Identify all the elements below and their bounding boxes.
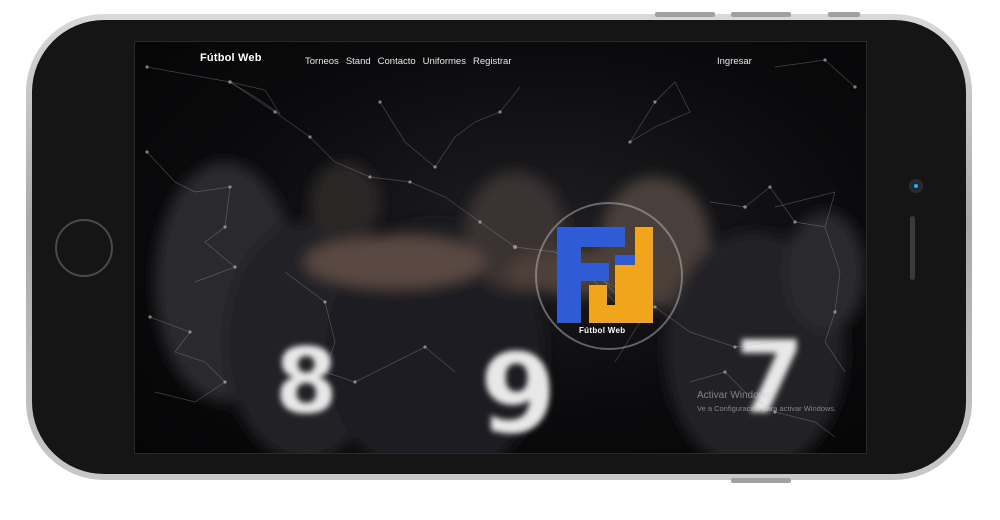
volume-up-button xyxy=(655,12,715,17)
nav-links: Torneos Stand Contacto Uniformes Registr… xyxy=(305,56,512,67)
nav-link-uniformes[interactable]: Uniformes xyxy=(423,56,466,67)
speaker-grille xyxy=(910,216,915,280)
front-camera xyxy=(909,179,923,193)
jersey-number-7: 7 xyxy=(735,319,805,436)
watermark-subtitle: Ve a Configuración para activar Windows. xyxy=(697,404,837,413)
volume-down-button xyxy=(731,12,791,17)
nav-link-torneos[interactable]: Torneos xyxy=(305,56,339,67)
jersey-number-9: 9 xyxy=(480,330,557,453)
jersey-number-8: 8 xyxy=(275,329,338,434)
camera-light xyxy=(914,184,918,188)
mute-switch xyxy=(828,12,860,17)
power-button xyxy=(731,478,791,483)
navbar: Fútbol Web Torneos Stand Contacto Unifor… xyxy=(135,42,866,82)
watermark-title: Activar Windows xyxy=(697,390,771,401)
nav-link-registrar[interactable]: Registrar xyxy=(473,56,512,67)
fw-logo-icon xyxy=(557,227,653,323)
brand-logo-text[interactable]: Fútbol Web xyxy=(200,52,262,64)
nav-link-contacto[interactable]: Contacto xyxy=(378,56,416,67)
screen: 8 9 7 Fútbol Web Torneos Stand Contacto … xyxy=(134,41,867,454)
login-link[interactable]: Ingresar xyxy=(717,56,752,67)
logo-caption: Fútbol Web xyxy=(579,326,626,335)
home-button[interactable] xyxy=(55,219,113,277)
nav-link-stand[interactable]: Stand xyxy=(346,56,371,67)
